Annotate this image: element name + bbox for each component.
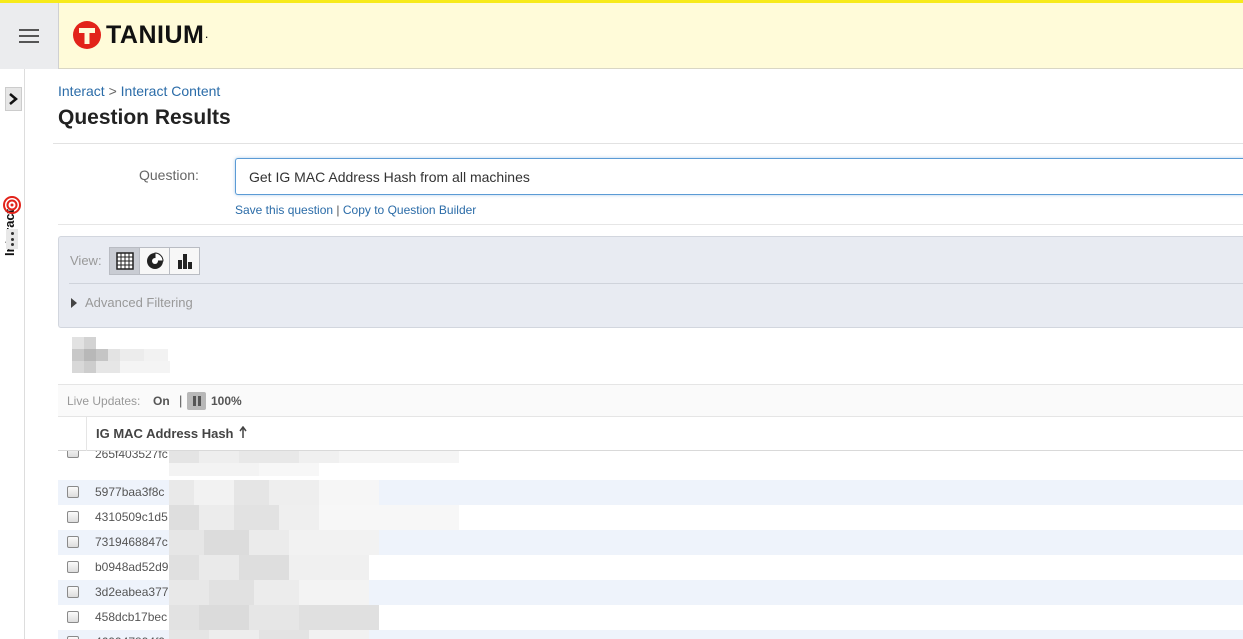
row-checkbox[interactable] xyxy=(67,511,79,523)
tanium-logo[interactable]: TANIUM. xyxy=(72,20,208,50)
breadcrumb-interact-content-link[interactable]: Interact Content xyxy=(121,83,221,99)
mac-hash-cell: 7319468847c xyxy=(95,535,168,549)
copy-to-question-builder-link[interactable]: Copy to Question Builder xyxy=(343,203,476,217)
table-row[interactable]: 469947894f9 xyxy=(58,630,1243,639)
redacted-result-count xyxy=(72,337,182,373)
column-header-ig-mac-address-hash[interactable]: IG MAC Address Hash xyxy=(96,425,247,441)
top-header: TANIUM. xyxy=(0,0,1243,69)
mac-hash-cell: 3d2eabea377 xyxy=(95,585,169,599)
column-header-label: IG MAC Address Hash xyxy=(96,426,234,441)
redacted-hash-remainder xyxy=(169,530,379,555)
live-updates-label: Live Updates: xyxy=(67,394,141,408)
sort-ascending-arrow-icon xyxy=(239,425,247,438)
grid-icon xyxy=(115,252,134,270)
table-row[interactable]: 5977baa3f8c xyxy=(58,480,1243,505)
row-checkbox[interactable] xyxy=(67,611,79,623)
breadcrumb-interact-link[interactable]: Interact xyxy=(58,83,105,99)
row-checkbox[interactable] xyxy=(67,451,79,458)
rail-expand-button[interactable] xyxy=(5,87,22,111)
bar-chart-view-button[interactable] xyxy=(169,247,200,275)
divider xyxy=(58,224,1243,225)
pie-chart-view-button[interactable] xyxy=(139,247,170,275)
breadcrumb: Interact > Interact Content xyxy=(58,83,220,99)
row-checkbox[interactable] xyxy=(67,561,79,573)
redacted-hash-remainder xyxy=(169,451,459,476)
page-title: Question Results xyxy=(58,106,231,129)
live-updates-toggle[interactable]: On xyxy=(153,394,170,408)
view-label: View: xyxy=(70,253,102,268)
module-rail: Interact xyxy=(0,69,25,639)
live-updates-bar: Live Updates: On | 100% xyxy=(58,384,1243,417)
mac-hash-cell: 5977baa3f8c xyxy=(95,485,165,499)
redacted-hash-remainder xyxy=(169,630,369,639)
table-row[interactable]: b0948ad52d9 xyxy=(58,555,1243,580)
row-checkbox[interactable] xyxy=(67,536,79,548)
divider xyxy=(69,283,1243,284)
select-all-column[interactable] xyxy=(58,417,87,451)
question-label: Question: xyxy=(139,167,199,183)
table-row[interactable]: 4310509c1d5 xyxy=(58,505,1243,530)
completion-percent: 100% xyxy=(211,394,242,408)
row-checkbox[interactable] xyxy=(67,586,79,598)
mac-hash-cell: 469947894f9 xyxy=(95,635,165,639)
redacted-hash-remainder xyxy=(169,555,369,580)
view-panel: View: Advanced Filtering xyxy=(58,236,1243,328)
brand-name: TANIUM xyxy=(106,20,205,49)
divider xyxy=(53,143,1243,144)
redacted-hash-remainder xyxy=(169,505,459,530)
redacted-hash-remainder xyxy=(169,605,379,630)
table-row[interactable]: 3d2eabea377 xyxy=(58,580,1243,605)
caret-right-icon xyxy=(71,297,77,308)
table-row[interactable]: 458dcb17bec xyxy=(58,605,1243,630)
tanium-logo-mark-icon xyxy=(73,21,101,49)
mac-hash-cell: 4310509c1d5 xyxy=(95,510,168,524)
bar-chart-icon xyxy=(177,254,192,269)
view-mode-buttons xyxy=(109,247,200,275)
row-checkbox[interactable] xyxy=(67,486,79,498)
advanced-filtering-toggle[interactable]: Advanced Filtering xyxy=(71,295,193,310)
table-row[interactable]: 7319468847c xyxy=(58,530,1243,555)
grid-view-button[interactable] xyxy=(109,247,140,275)
question-links-separator: | xyxy=(336,203,340,217)
rail-module-label[interactable]: Interact xyxy=(2,209,22,289)
mac-hash-cell: b0948ad52d9 xyxy=(95,560,169,574)
table-row[interactable]: 265f403527fc xyxy=(58,451,1243,476)
question-links: Save this question | Copy to Question Bu… xyxy=(235,203,476,217)
chevron-right-icon xyxy=(9,93,18,105)
vertical-dots-icon[interactable] xyxy=(6,229,18,249)
pause-icon xyxy=(192,396,196,406)
live-updates-separator: | xyxy=(179,393,183,408)
results-table-header: IG MAC Address Hash xyxy=(58,417,1243,451)
hamburger-icon xyxy=(19,29,39,43)
hamburger-menu-button[interactable] xyxy=(0,3,59,69)
redacted-hash-remainder xyxy=(169,580,369,605)
mac-hash-cell: 265f403527fc xyxy=(95,451,168,461)
target-icon xyxy=(3,196,21,214)
mac-hash-cell: 458dcb17bec xyxy=(95,610,168,624)
redacted-hash-remainder xyxy=(169,480,379,505)
brand-mark: . xyxy=(205,30,209,40)
question-input[interactable] xyxy=(235,158,1243,195)
advanced-filtering-label: Advanced Filtering xyxy=(85,295,193,310)
pie-chart-icon xyxy=(146,252,164,269)
breadcrumb-separator: > xyxy=(108,83,117,99)
pause-button[interactable] xyxy=(187,392,206,410)
save-question-link[interactable]: Save this question xyxy=(235,203,333,217)
results-table-body: 265f403527fc 5977baa3f8c 4310509c1d5 731… xyxy=(58,451,1243,639)
